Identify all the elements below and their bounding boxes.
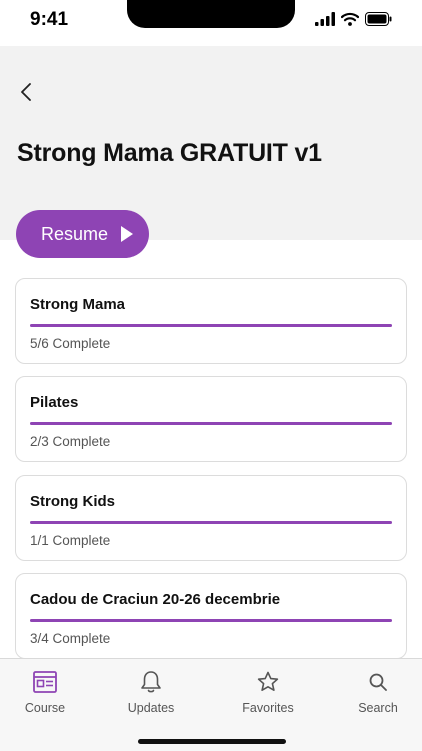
progress-fill bbox=[30, 521, 392, 524]
back-button[interactable] bbox=[14, 80, 38, 104]
battery-icon bbox=[365, 12, 392, 26]
tab-bar: Course Updates Favorites Search bbox=[0, 658, 422, 751]
tab-label: Search bbox=[358, 701, 398, 715]
module-title: Strong Kids bbox=[30, 493, 115, 510]
module-card[interactable]: Strong Kids 1/1 Complete bbox=[15, 475, 407, 561]
tab-search[interactable]: Search bbox=[333, 669, 422, 715]
tab-label: Favorites bbox=[242, 701, 294, 715]
tab-label: Updates bbox=[127, 701, 175, 715]
device-notch bbox=[127, 0, 295, 28]
progress-fill bbox=[30, 619, 392, 622]
tab-label: Course bbox=[24, 701, 66, 715]
progress-fill bbox=[30, 422, 392, 425]
module-status: 5/6 Complete bbox=[30, 336, 111, 351]
module-status: 3/4 Complete bbox=[30, 631, 111, 646]
progress-track bbox=[30, 521, 392, 524]
module-status: 1/1 Complete bbox=[30, 533, 111, 548]
status-bar: 9:41 bbox=[0, 0, 422, 46]
module-status: 2/3 Complete bbox=[30, 434, 111, 449]
star-icon bbox=[255, 669, 281, 695]
chevron-left-icon bbox=[21, 83, 31, 101]
wifi-icon bbox=[341, 12, 359, 26]
progress-track bbox=[30, 619, 392, 622]
module-card[interactable]: Pilates 2/3 Complete bbox=[15, 376, 407, 462]
progress-track bbox=[30, 422, 392, 425]
search-icon bbox=[365, 669, 391, 695]
resume-button[interactable]: Resume bbox=[16, 210, 149, 258]
home-indicator bbox=[138, 739, 286, 744]
resume-button-label: Resume bbox=[41, 223, 109, 244]
module-title: Cadou de Craciun 20-26 decembrie bbox=[30, 591, 281, 608]
tab-favorites[interactable]: Favorites bbox=[223, 669, 313, 715]
progress-fill bbox=[30, 324, 392, 327]
course-icon bbox=[32, 669, 58, 695]
bell-icon bbox=[138, 669, 164, 695]
module-title: Pilates bbox=[30, 394, 79, 411]
module-title: Strong Mama bbox=[30, 296, 126, 313]
signal-icon bbox=[315, 12, 335, 26]
tab-course[interactable]: Course bbox=[0, 669, 90, 715]
status-icons bbox=[315, 12, 392, 26]
progress-track bbox=[30, 324, 392, 327]
module-card[interactable]: Strong Mama 5/6 Complete bbox=[15, 278, 407, 364]
status-time: 9:41 bbox=[30, 9, 69, 30]
play-icon bbox=[121, 226, 134, 242]
page-title: Strong Mama GRATUIT v1 bbox=[17, 139, 322, 167]
tab-updates[interactable]: Updates bbox=[106, 669, 196, 715]
module-card[interactable]: Cadou de Craciun 20-26 decembrie 3/4 Com… bbox=[15, 573, 407, 659]
